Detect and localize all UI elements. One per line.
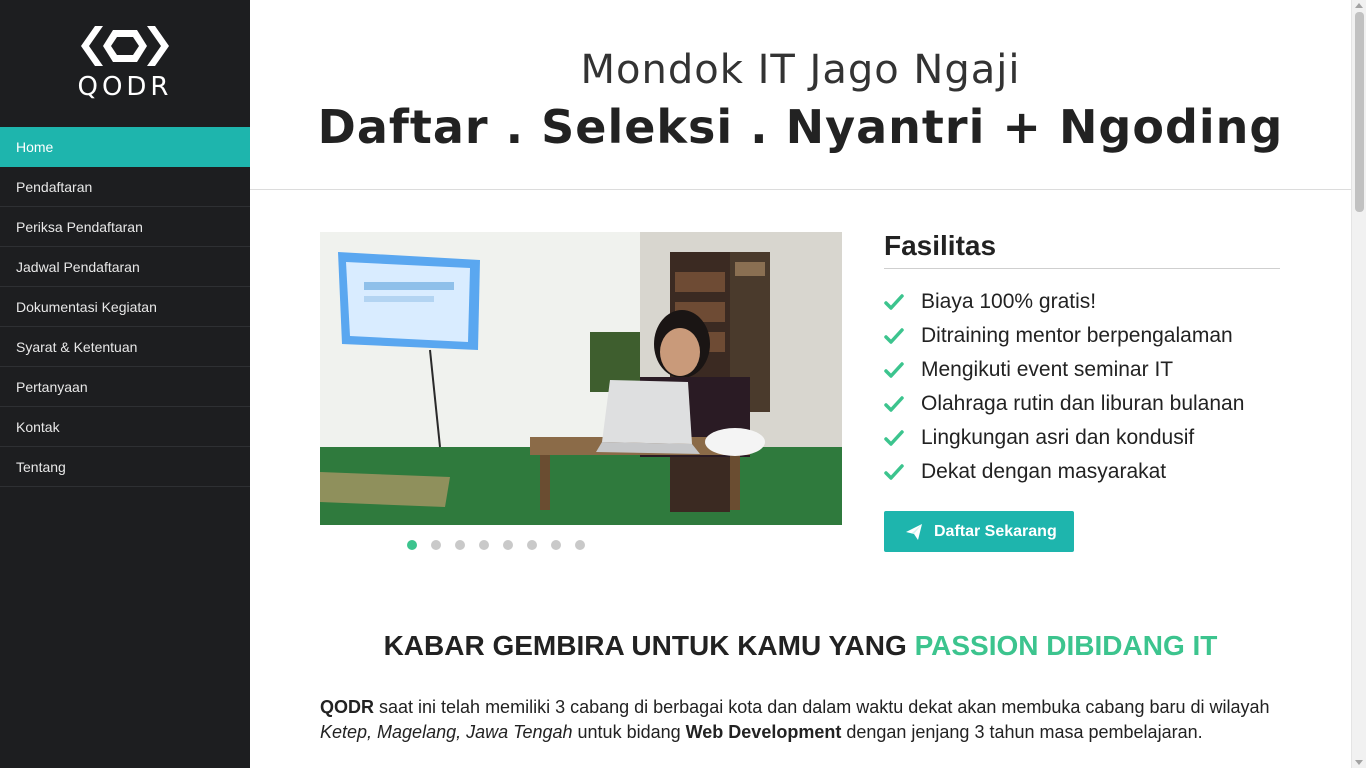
check-icon bbox=[884, 362, 904, 378]
sidebar-item-jadwal-pendaftaran[interactable]: Jadwal Pendaftaran bbox=[0, 247, 250, 287]
sidebar-item-pertanyaan[interactable]: Pertanyaan bbox=[0, 367, 250, 407]
sidebar-nav: Home Pendaftaran Periksa Pendaftaran Jadwal… bbox=[0, 127, 250, 487]
logo[interactable]: QODR bbox=[0, 0, 250, 127]
check-icon bbox=[884, 328, 904, 344]
sidebar-item-pendaftaran[interactable]: Pendaftaran bbox=[0, 167, 250, 207]
scroll-thumb[interactable] bbox=[1355, 12, 1364, 212]
sidebar-item-kontak[interactable]: Kontak bbox=[0, 407, 250, 447]
logo-text: QODR bbox=[77, 72, 173, 102]
slider-dots bbox=[320, 540, 842, 550]
sidebar-item-tentang[interactable]: Tentang bbox=[0, 447, 250, 487]
facility-label: Dekat dengan masyarakat bbox=[921, 460, 1167, 483]
facility-item: Olahraga rutin dan liburan bulanan bbox=[884, 387, 1280, 421]
slider-dot[interactable] bbox=[407, 540, 417, 550]
facility-label: Mengikuti event seminar IT bbox=[921, 358, 1174, 381]
check-icon bbox=[884, 396, 904, 412]
kabar-heading: KABAR GEMBIRA UNTUK KAMU YANG PASSION DI… bbox=[250, 630, 1351, 662]
facilities-title: Fasilitas bbox=[884, 230, 1280, 269]
image-slider[interactable] bbox=[320, 232, 842, 525]
sidebar-item-home[interactable]: Home bbox=[0, 127, 250, 167]
facility-label: Olahraga rutin dan liburan bulanan bbox=[921, 392, 1245, 415]
sidebar: QODR Home Pendaftaran Periksa Pendaftaran J… bbox=[0, 0, 250, 768]
kabar-accent: PASSION DIBIDANG IT bbox=[914, 630, 1218, 661]
slider-dot[interactable] bbox=[455, 540, 465, 550]
slide-photo bbox=[320, 232, 842, 525]
facility-label: Ditraining mentor berpengalaman bbox=[921, 324, 1233, 347]
cta-label: Daftar Sekarang bbox=[934, 522, 1057, 540]
para-part1: saat ini telah memiliki 3 cabang di berb… bbox=[374, 697, 1270, 717]
check-icon bbox=[884, 430, 904, 446]
facility-item: Lingkungan asri dan kondusif bbox=[884, 421, 1280, 455]
check-icon bbox=[884, 294, 904, 310]
intro-paragraph: QODR saat ini telah memiliki 3 cabang di… bbox=[320, 695, 1280, 745]
page-scrollbar[interactable] bbox=[1351, 0, 1366, 768]
slider-dot[interactable] bbox=[479, 540, 489, 550]
field-name: Web Development bbox=[685, 722, 842, 742]
para-part3: dengan jenjang 3 tahun masa pembelajaran… bbox=[841, 722, 1203, 742]
hero-header: Mondok IT Jago Ngaji Daftar . Seleksi . … bbox=[250, 0, 1351, 190]
scroll-down-icon[interactable] bbox=[1355, 760, 1363, 765]
brand-name: QODR bbox=[320, 697, 374, 717]
facilities-panel: Fasilitas Biaya 100% gratis! Ditraining m… bbox=[884, 230, 1280, 552]
facility-item: Biaya 100% gratis! bbox=[884, 285, 1280, 319]
slider-dot[interactable] bbox=[551, 540, 561, 550]
location: Ketep, Magelang, Jawa Tengah bbox=[320, 722, 573, 742]
paper-plane-icon bbox=[906, 523, 922, 540]
para-part2: untuk bidang bbox=[572, 722, 686, 742]
sidebar-item-dokumentasi-kegiatan[interactable]: Dokumentasi Kegiatan bbox=[0, 287, 250, 327]
hero-subtitle: Mondok IT Jago Ngaji bbox=[580, 47, 1021, 93]
facility-item: Dekat dengan masyarakat bbox=[884, 455, 1280, 489]
slider-dot[interactable] bbox=[503, 540, 513, 550]
qodr-logo-icon bbox=[81, 26, 169, 66]
main-content: Mondok IT Jago Ngaji Daftar . Seleksi . … bbox=[250, 0, 1351, 768]
slider-dot[interactable] bbox=[431, 540, 441, 550]
facility-item: Ditraining mentor berpengalaman bbox=[884, 319, 1280, 353]
sidebar-item-syarat-ketentuan[interactable]: Syarat & Ketentuan bbox=[0, 327, 250, 367]
kabar-prefix: KABAR GEMBIRA UNTUK KAMU YANG bbox=[383, 630, 915, 661]
facility-label: Lingkungan asri dan kondusif bbox=[921, 426, 1195, 449]
daftar-sekarang-button[interactable]: Daftar Sekarang bbox=[884, 511, 1074, 552]
check-icon bbox=[884, 464, 904, 480]
facility-label: Biaya 100% gratis! bbox=[921, 290, 1097, 313]
facility-item: Mengikuti event seminar IT bbox=[884, 353, 1280, 387]
slider-dot[interactable] bbox=[575, 540, 585, 550]
slider-dot[interactable] bbox=[527, 540, 537, 550]
facilities-list: Biaya 100% gratis! Ditraining mentor berp… bbox=[884, 285, 1280, 489]
sidebar-item-periksa-pendaftaran[interactable]: Periksa Pendaftaran bbox=[0, 207, 250, 247]
dot-group bbox=[407, 540, 585, 550]
hero-title: Daftar . Seleksi . Nyantri + Ngoding bbox=[317, 100, 1284, 154]
scroll-up-icon[interactable] bbox=[1355, 3, 1363, 8]
